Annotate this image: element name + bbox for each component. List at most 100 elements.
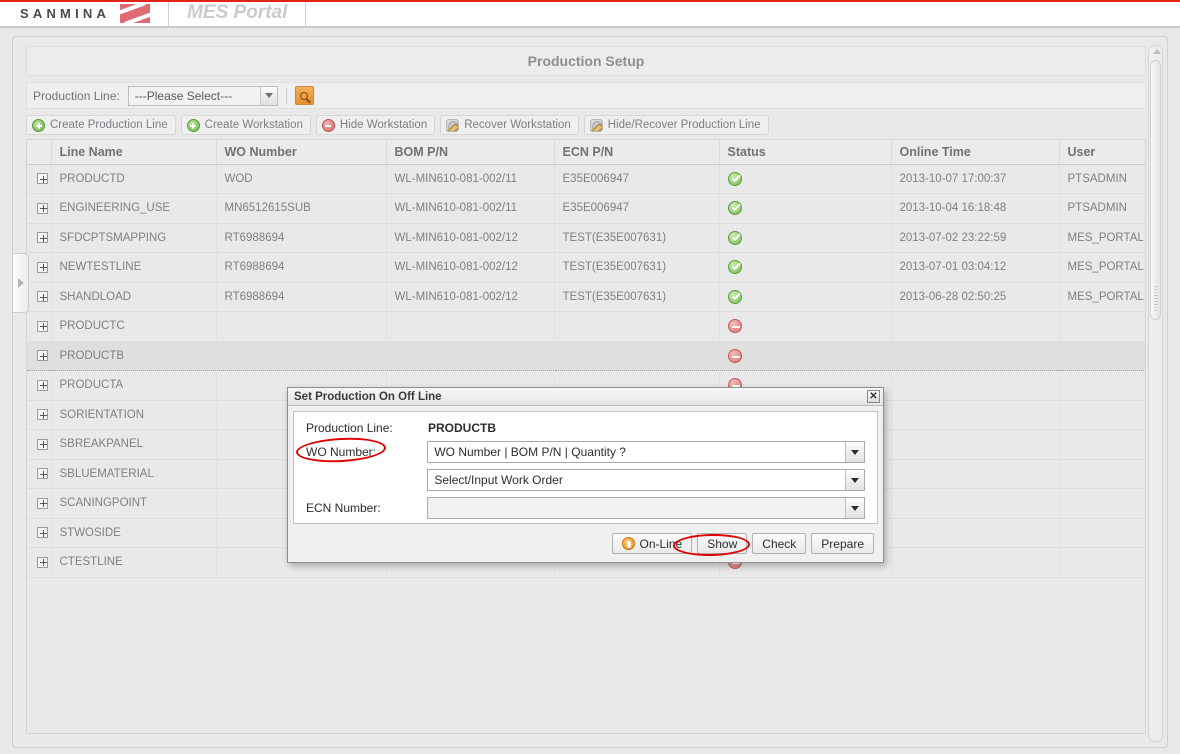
- sidebar-collapse-handle[interactable]: [13, 253, 29, 313]
- dialog-title-bar[interactable]: Set Production On Off Line ✕: [288, 388, 883, 406]
- production-line-select[interactable]: ---Please Select---: [127, 85, 278, 106]
- cell-status: [719, 223, 892, 253]
- wo-number-select[interactable]: WO Number | BOM P/N | Quantity ?: [427, 441, 865, 463]
- expand-plus-icon[interactable]: [37, 468, 49, 480]
- expand-plus-icon[interactable]: [37, 556, 49, 568]
- cell-bom-pn: WL-MIN610-081-002/11: [386, 193, 555, 224]
- expand-plus-icon[interactable]: [37, 497, 49, 509]
- scrollbar-thumb[interactable]: [1150, 60, 1161, 320]
- column-header-user[interactable]: User: [1059, 140, 1145, 165]
- expand-plus-icon[interactable]: [37, 379, 49, 391]
- hide-workstation-button[interactable]: Hide Workstation: [315, 115, 436, 135]
- chevron-right-icon: [17, 278, 24, 288]
- row-expander-cell[interactable]: [27, 459, 52, 489]
- cell-online-time: 2013-07-02 23:22:59: [891, 223, 1060, 253]
- expand-plus-icon[interactable]: [37, 232, 49, 244]
- row-expander-cell[interactable]: [27, 164, 52, 194]
- column-header-online-time[interactable]: Online Time: [891, 140, 1060, 165]
- cell-user: PTSADMIN: [1059, 164, 1145, 194]
- hide-recover-production-line-button[interactable]: Hide/Recover Production Line: [583, 115, 769, 135]
- row-expander-cell[interactable]: [27, 400, 52, 430]
- column-header-bom-pn[interactable]: BOM P/N: [386, 140, 555, 165]
- cell-ecn-pn: [554, 340, 720, 371]
- work-order-input-value: Select/Input Work Order: [434, 473, 563, 487]
- cell-user: [1059, 400, 1145, 430]
- row-expander-cell[interactable]: [27, 252, 52, 283]
- cell-user: [1059, 547, 1145, 578]
- brand-divider-1: [168, 0, 170, 26]
- online-orange-icon: [621, 537, 635, 550]
- cell-online-time: [891, 488, 1060, 519]
- expand-plus-icon[interactable]: [37, 438, 49, 450]
- create-workstation-button[interactable]: Create Workstation: [180, 115, 311, 135]
- row-expander-cell[interactable]: [27, 547, 52, 578]
- row-expander-cell[interactable]: [27, 518, 52, 548]
- row-expander-cell[interactable]: [27, 370, 52, 401]
- status-online-check-icon: [727, 260, 742, 275]
- row-expander-cell[interactable]: [27, 429, 52, 460]
- set-production-on-off-line-dialog: Set Production On Off Line ✕ Production …: [287, 387, 884, 563]
- row-expander-cell[interactable]: [27, 282, 52, 312]
- filter-bar: Production Line: ---Please Select---: [26, 82, 1146, 109]
- create-production-line-button[interactable]: Create Production Line: [26, 115, 176, 135]
- cell-line-name: ENGINEERING_USE: [51, 193, 217, 224]
- expand-plus-icon[interactable]: [37, 202, 49, 214]
- table-row[interactable]: SFDCPTSMAPPING RT6988694 WL-MIN610-081-002…: [27, 223, 1145, 253]
- status-online-check-icon: [727, 289, 742, 304]
- status-offline-minus-icon: [727, 348, 742, 363]
- column-header-ecn-pn[interactable]: ECN P/N: [554, 140, 720, 165]
- expand-plus-icon[interactable]: [37, 261, 49, 273]
- expand-plus-icon[interactable]: [37, 291, 49, 303]
- dialog-row-wo-number: WO Number: WO Number | BOM P/N | Quantit…: [306, 441, 865, 463]
- expand-plus-icon[interactable]: [37, 409, 49, 421]
- table-row[interactable]: PRODUCTB: [27, 340, 1145, 371]
- expand-plus-icon[interactable]: [37, 350, 49, 362]
- table-row[interactable]: NEWTESTLINE RT6988694 WL-MIN610-081-002/12…: [27, 252, 1145, 283]
- cell-user: MES_PORTAL: [1059, 282, 1145, 312]
- expand-plus-icon[interactable]: [37, 173, 49, 185]
- show-button[interactable]: Show: [697, 533, 748, 554]
- cell-line-name: PRODUCTB: [51, 340, 217, 371]
- ecn-number-select[interactable]: [427, 497, 865, 519]
- row-expander-cell[interactable]: [27, 193, 52, 224]
- cell-online-time: [891, 459, 1060, 489]
- on-line-button[interactable]: On-Line: [611, 533, 693, 554]
- prepare-button[interactable]: Prepare: [811, 533, 874, 554]
- cell-wo-number: RT6988694: [216, 252, 387, 283]
- cell-bom-pn: WL-MIN610-081-002/12: [386, 223, 555, 253]
- row-expander-cell[interactable]: [27, 223, 52, 253]
- recover-workstation-label: Recover Workstation: [464, 119, 571, 131]
- check-button[interactable]: Check: [752, 533, 807, 554]
- cell-status: [719, 193, 892, 224]
- table-row[interactable]: SHANDLOAD RT6988694 WL-MIN610-081-002/12 TE…: [27, 282, 1145, 312]
- table-row[interactable]: PRODUCTD WOD WL-MIN610-081-002/11 E35E00694…: [27, 164, 1145, 194]
- action-toolbar: Create Production Line Create Workstatio…: [26, 114, 1146, 136]
- cell-user: [1059, 459, 1145, 489]
- table-row[interactable]: ENGINEERING_USE MN6512615SUB WL-MIN610-081…: [27, 193, 1145, 224]
- work-order-input-select[interactable]: Select/Input Work Order: [427, 469, 865, 491]
- table-row[interactable]: PRODUCTC: [27, 311, 1145, 342]
- gear-pencil-icon: [446, 118, 460, 132]
- expand-plus-icon[interactable]: [37, 320, 49, 332]
- row-expander-cell[interactable]: [27, 488, 52, 519]
- scroll-up-arrow-icon[interactable]: [1152, 49, 1161, 54]
- close-icon[interactable]: ✕: [867, 390, 880, 403]
- vertical-scrollbar[interactable]: [1148, 45, 1163, 742]
- search-button[interactable]: [294, 86, 314, 105]
- cell-user: PTSADMIN: [1059, 193, 1145, 224]
- column-header-status[interactable]: Status: [719, 140, 892, 165]
- mes-portal-title: MES Portal: [187, 2, 288, 23]
- cell-bom-pn: [386, 340, 555, 371]
- row-expander-cell[interactable]: [27, 340, 52, 371]
- cell-line-name: NEWTESTLINE: [51, 252, 217, 283]
- expand-plus-icon[interactable]: [37, 527, 49, 539]
- column-header-wo-number[interactable]: WO Number: [216, 140, 387, 165]
- cell-line-name: SCANINGPOINT: [51, 488, 217, 519]
- cell-wo-number: RT6988694: [216, 223, 387, 253]
- cell-user: [1059, 311, 1145, 342]
- row-expander-cell[interactable]: [27, 311, 52, 342]
- cell-status: [719, 340, 892, 371]
- column-header-line-name[interactable]: Line Name: [51, 140, 217, 165]
- recover-workstation-button[interactable]: Recover Workstation: [440, 115, 579, 135]
- cell-online-time: 2013-07-01 03:04:12: [891, 252, 1060, 283]
